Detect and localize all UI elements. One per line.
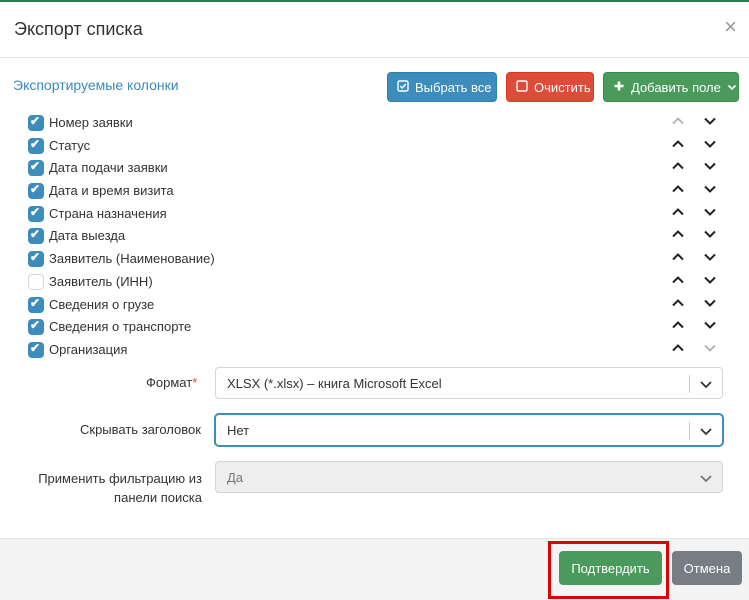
- checkbox-empty-icon: [516, 79, 528, 95]
- column-label: Заявитель (ИНН): [49, 273, 153, 289]
- hide-header-label: Скрывать заголовок: [80, 422, 201, 437]
- column-checkbox[interactable]: [28, 341, 44, 358]
- column-checkbox[interactable]: [28, 137, 44, 154]
- column-row: Дата подачи заявки: [28, 157, 728, 180]
- hide-header-select[interactable]: Нет: [215, 414, 723, 446]
- move-down-icon[interactable]: [703, 137, 721, 155]
- move-down-icon: [703, 341, 721, 359]
- columns-section-title: Экспортируемые колонки: [13, 77, 179, 93]
- add-field-label: Добавить поле: [631, 79, 721, 95]
- apply-filter-select: Да: [215, 461, 723, 493]
- move-up-icon[interactable]: [671, 159, 689, 177]
- move-up-icon[interactable]: [671, 250, 689, 268]
- move-up-icon[interactable]: [671, 341, 689, 359]
- move-up-icon[interactable]: [671, 182, 689, 200]
- column-row: Номер заявки: [28, 112, 728, 135]
- format-select-value: XLSX (*.xlsx) – книга Microsoft Excel: [227, 376, 442, 391]
- column-row: Заявитель (ИНН): [28, 271, 728, 294]
- apply-filter-label-line1: Применить фильтрацию из: [38, 471, 202, 486]
- column-checkbox[interactable]: [28, 182, 44, 200]
- column-label: Дата и время визита: [49, 183, 174, 199]
- chevron-down-icon: [698, 376, 714, 392]
- column-label: Организация: [49, 341, 128, 357]
- plus-icon: [613, 80, 625, 95]
- column-row: Сведения о транспорте: [28, 316, 728, 339]
- column-checkbox[interactable]: [28, 159, 44, 177]
- move-down-icon[interactable]: [703, 205, 721, 223]
- apply-filter-label-line2: панели поиска: [114, 490, 202, 505]
- select-separator: [689, 422, 690, 440]
- confirm-button[interactable]: Подтвердить: [559, 551, 662, 585]
- column-label: Статус: [49, 137, 91, 153]
- move-down-icon[interactable]: [703, 273, 721, 291]
- column-checkbox[interactable]: [28, 273, 44, 290]
- select-all-label: Выбрать все: [415, 79, 492, 95]
- move-down-icon[interactable]: [703, 250, 721, 268]
- apply-filter-select-value: Да: [227, 470, 244, 485]
- column-label: Номер заявки: [49, 115, 133, 130]
- hide-header-select-value: Нет: [227, 423, 250, 438]
- column-checkbox[interactable]: [28, 114, 44, 131]
- column-checkbox[interactable]: [28, 227, 44, 245]
- column-label: Дата выезда: [49, 228, 126, 244]
- column-label: Сведения о грузе: [49, 296, 155, 312]
- column-label: Дата подачи заявки: [49, 160, 168, 176]
- clear-button[interactable]: Очистить: [506, 72, 594, 102]
- column-row: Дата и время визита: [28, 180, 728, 203]
- move-down-icon[interactable]: [703, 318, 721, 336]
- column-row: Дата выезда: [28, 225, 728, 248]
- move-up-icon[interactable]: [671, 296, 689, 314]
- modal-header: Экспорт списка ×: [0, 2, 749, 58]
- column-row: Страна назначения: [28, 203, 728, 226]
- move-down-icon[interactable]: [703, 296, 721, 314]
- column-label: Страна назначения: [49, 205, 167, 221]
- column-label: Заявитель (Наименование): [49, 251, 215, 267]
- column-label: Сведения о транспорте: [49, 319, 192, 335]
- chevron-down-icon: [698, 423, 714, 439]
- chevron-down-icon: [698, 470, 714, 486]
- move-up-icon[interactable]: [671, 137, 689, 155]
- column-row: Организация: [28, 339, 728, 362]
- column-row: Заявитель (Наименование): [28, 248, 728, 271]
- column-checkbox[interactable]: [28, 250, 44, 268]
- format-label-text: Формат: [146, 375, 193, 390]
- column-checkbox[interactable]: [28, 318, 44, 336]
- modal-title: Экспорт списка: [14, 19, 143, 39]
- cancel-button[interactable]: Отмена: [672, 551, 742, 585]
- select-separator: [689, 375, 690, 393]
- close-icon[interactable]: ×: [724, 16, 737, 38]
- move-up-icon[interactable]: [671, 205, 689, 223]
- select-all-button[interactable]: Выбрать все: [387, 72, 497, 102]
- required-mark: *: [192, 375, 198, 390]
- column-row: Статус: [28, 135, 728, 158]
- move-down-icon[interactable]: [703, 227, 721, 245]
- column-row: Сведения о грузе: [28, 294, 728, 317]
- column-checkbox[interactable]: [28, 205, 44, 222]
- move-up-icon[interactable]: [671, 318, 689, 336]
- checkbox-checked-icon: [397, 79, 409, 95]
- move-down-icon[interactable]: [703, 114, 721, 132]
- move-down-icon[interactable]: [703, 182, 721, 200]
- columns-list: Номер заявки Статус Дата подачи заявки Дата…: [28, 112, 728, 362]
- move-up-icon[interactable]: [671, 273, 689, 291]
- column-checkbox[interactable]: [28, 296, 44, 313]
- format-select[interactable]: XLSX (*.xlsx) – книга Microsoft Excel: [215, 367, 723, 399]
- add-field-button[interactable]: Добавить поле: [603, 72, 739, 102]
- chevron-down-icon: [727, 80, 737, 95]
- move-up-icon: [671, 114, 689, 132]
- apply-filter-label: Применить фильтрацию из панели поиска: [22, 469, 202, 507]
- move-down-icon[interactable]: [703, 159, 721, 177]
- format-label: Формат*: [146, 375, 197, 390]
- clear-label: Очистить: [534, 79, 591, 95]
- move-up-icon[interactable]: [671, 227, 689, 245]
